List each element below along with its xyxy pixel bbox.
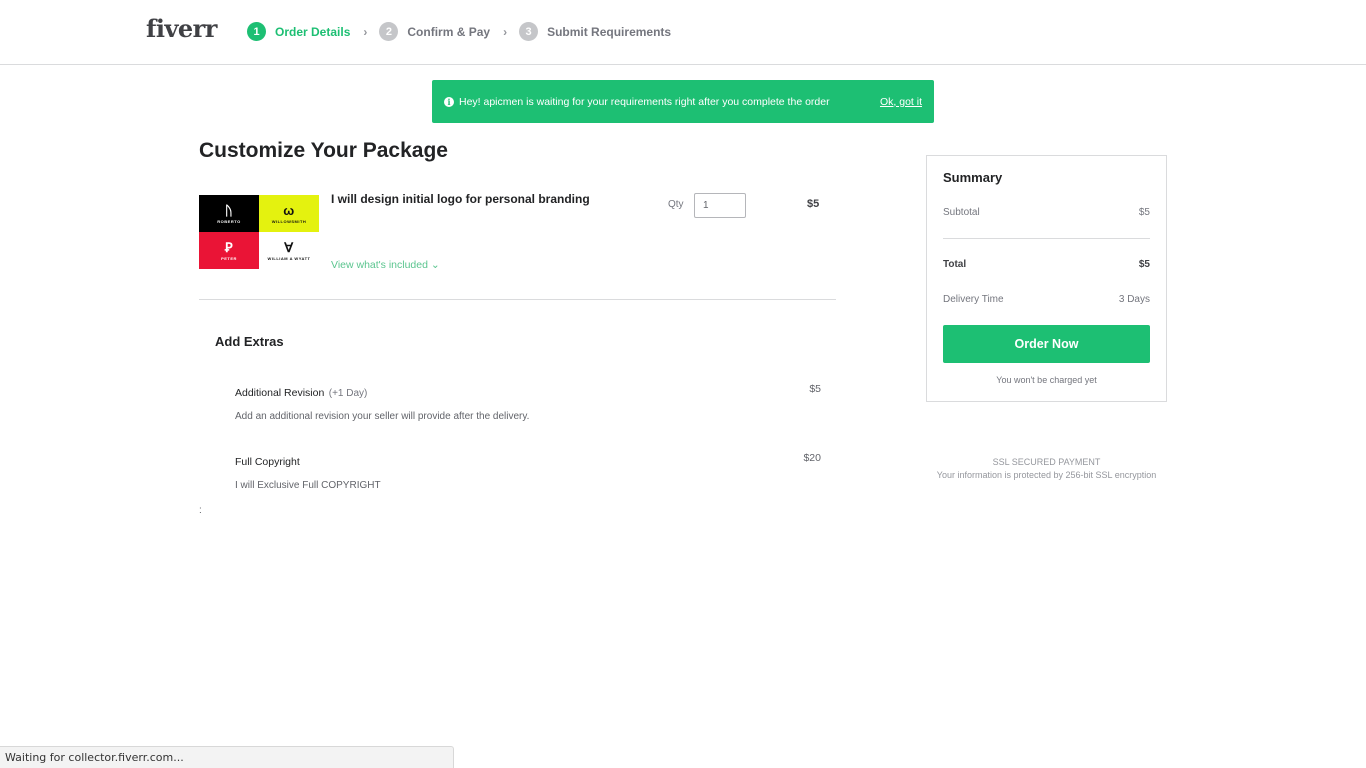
step-label: Order Details	[275, 24, 351, 39]
step-number-badge: 2	[379, 22, 399, 41]
stray-text: :	[199, 505, 202, 516]
dismiss-banner-link[interactable]: Ok, got it	[880, 96, 922, 108]
logo-sample-tile: ω WILLOWSMITH	[259, 195, 319, 232]
extra-price: $5	[809, 383, 821, 395]
logo-sample-caption: WILLIAM A WYATT	[267, 255, 311, 261]
extra-item[interactable]: Additional Revision (+1 Day) $5 Add an a…	[235, 383, 821, 422]
total-value: $5	[1138, 259, 1150, 270]
view-whats-included-link[interactable]: View what's included ⌄	[331, 259, 440, 271]
step-label: Confirm & Pay	[407, 24, 491, 39]
total-row: Total $5	[943, 259, 1150, 270]
fiverr-logo[interactable]: fiverr	[146, 14, 217, 43]
delivery-time-row: Delivery Time 3 Days	[943, 294, 1150, 305]
summary-title: Summary	[943, 170, 1003, 185]
logo-sample-icon: ω	[283, 202, 295, 218]
banner-message: Hey! apicmen is waiting for your require…	[459, 95, 830, 108]
quantity-label: Qty	[668, 199, 684, 210]
subtotal-row: Subtotal $5	[943, 207, 1150, 218]
gig-thumbnail[interactable]: ᚢ ROBERTO ω WILLOWSMITH Ꝑ PETER ∀ WILLIA…	[199, 195, 319, 269]
section-divider	[199, 299, 836, 300]
step-number-badge: 1	[247, 22, 266, 41]
logo-sample-caption: ROBERTO	[217, 218, 241, 224]
logo-sample-tile: Ꝑ PETER	[199, 232, 259, 269]
extra-note: (+1 Day)	[328, 388, 368, 399]
ssl-description: Your information is protected by 256-bit…	[936, 470, 1157, 480]
logo-sample-tile: ᚢ ROBERTO	[199, 195, 259, 232]
extra-item[interactable]: Full Copyright $20 I will Exclusive Full…	[235, 452, 821, 491]
logo-sample-tile: ∀ WILLIAM A WYATT	[259, 232, 319, 269]
extra-description: Add an additional revision your seller w…	[235, 411, 530, 422]
page-title: Customize Your Package	[199, 139, 448, 162]
delivery-time-label: Delivery Time	[943, 294, 1004, 305]
gig-price: $5	[807, 198, 820, 210]
logo-sample-caption: WILLOWSMITH	[271, 218, 307, 224]
extra-name: Full Copyright	[235, 456, 300, 468]
step-submit-requirements[interactable]: 3 Submit Requirements	[519, 22, 671, 41]
summary-divider	[943, 238, 1150, 239]
no-charge-note: You won't be charged yet	[996, 375, 1097, 385]
step-label: Submit Requirements	[547, 24, 672, 39]
requirements-notice-banner: i Hey! apicmen is waiting for your requi…	[432, 80, 934, 123]
chevron-right-icon: ›	[363, 24, 368, 39]
quantity-input[interactable]	[694, 193, 746, 218]
logo-sample-caption: PETER	[221, 255, 237, 261]
order-now-button[interactable]: Order Now	[943, 325, 1150, 363]
subtotal-label: Subtotal	[943, 207, 980, 218]
delivery-time-value: 3 Days	[1118, 294, 1150, 305]
extra-description: I will Exclusive Full COPYRIGHT	[235, 480, 381, 491]
ssl-notice: SSL SECURED PAYMENT Your information is …	[926, 456, 1167, 482]
step-confirm-pay[interactable]: 2 Confirm & Pay	[379, 22, 490, 41]
extra-price: $20	[803, 452, 821, 464]
chevron-right-icon: ›	[503, 24, 508, 39]
checkout-steps: 1 Order Details › 2 Confirm & Pay › 3 Su…	[247, 22, 671, 41]
ssl-title: SSL SECURED PAYMENT	[992, 457, 1101, 467]
extra-name: Additional Revision	[235, 387, 325, 399]
step-number-badge: 3	[519, 22, 539, 41]
logo-sample-icon: ᚢ	[224, 202, 234, 218]
subtotal-value: $5	[1138, 207, 1150, 218]
total-label: Total	[943, 259, 967, 270]
logo-sample-icon: Ꝑ	[224, 239, 234, 255]
top-header: fiverr 1 Order Details › 2 Confirm & Pay…	[0, 0, 1366, 65]
step-order-details[interactable]: 1 Order Details	[247, 22, 350, 41]
add-extras-heading: Add Extras	[215, 334, 284, 349]
browser-status-bar: Waiting for collector.fiverr.com...	[0, 746, 454, 768]
info-icon: i	[444, 96, 454, 107]
order-summary-panel: Summary Subtotal $5 Total $5 Delivery Ti…	[926, 155, 1167, 402]
logo-sample-icon: ∀	[284, 239, 294, 255]
gig-title: I will design initial logo for personal …	[331, 192, 590, 206]
